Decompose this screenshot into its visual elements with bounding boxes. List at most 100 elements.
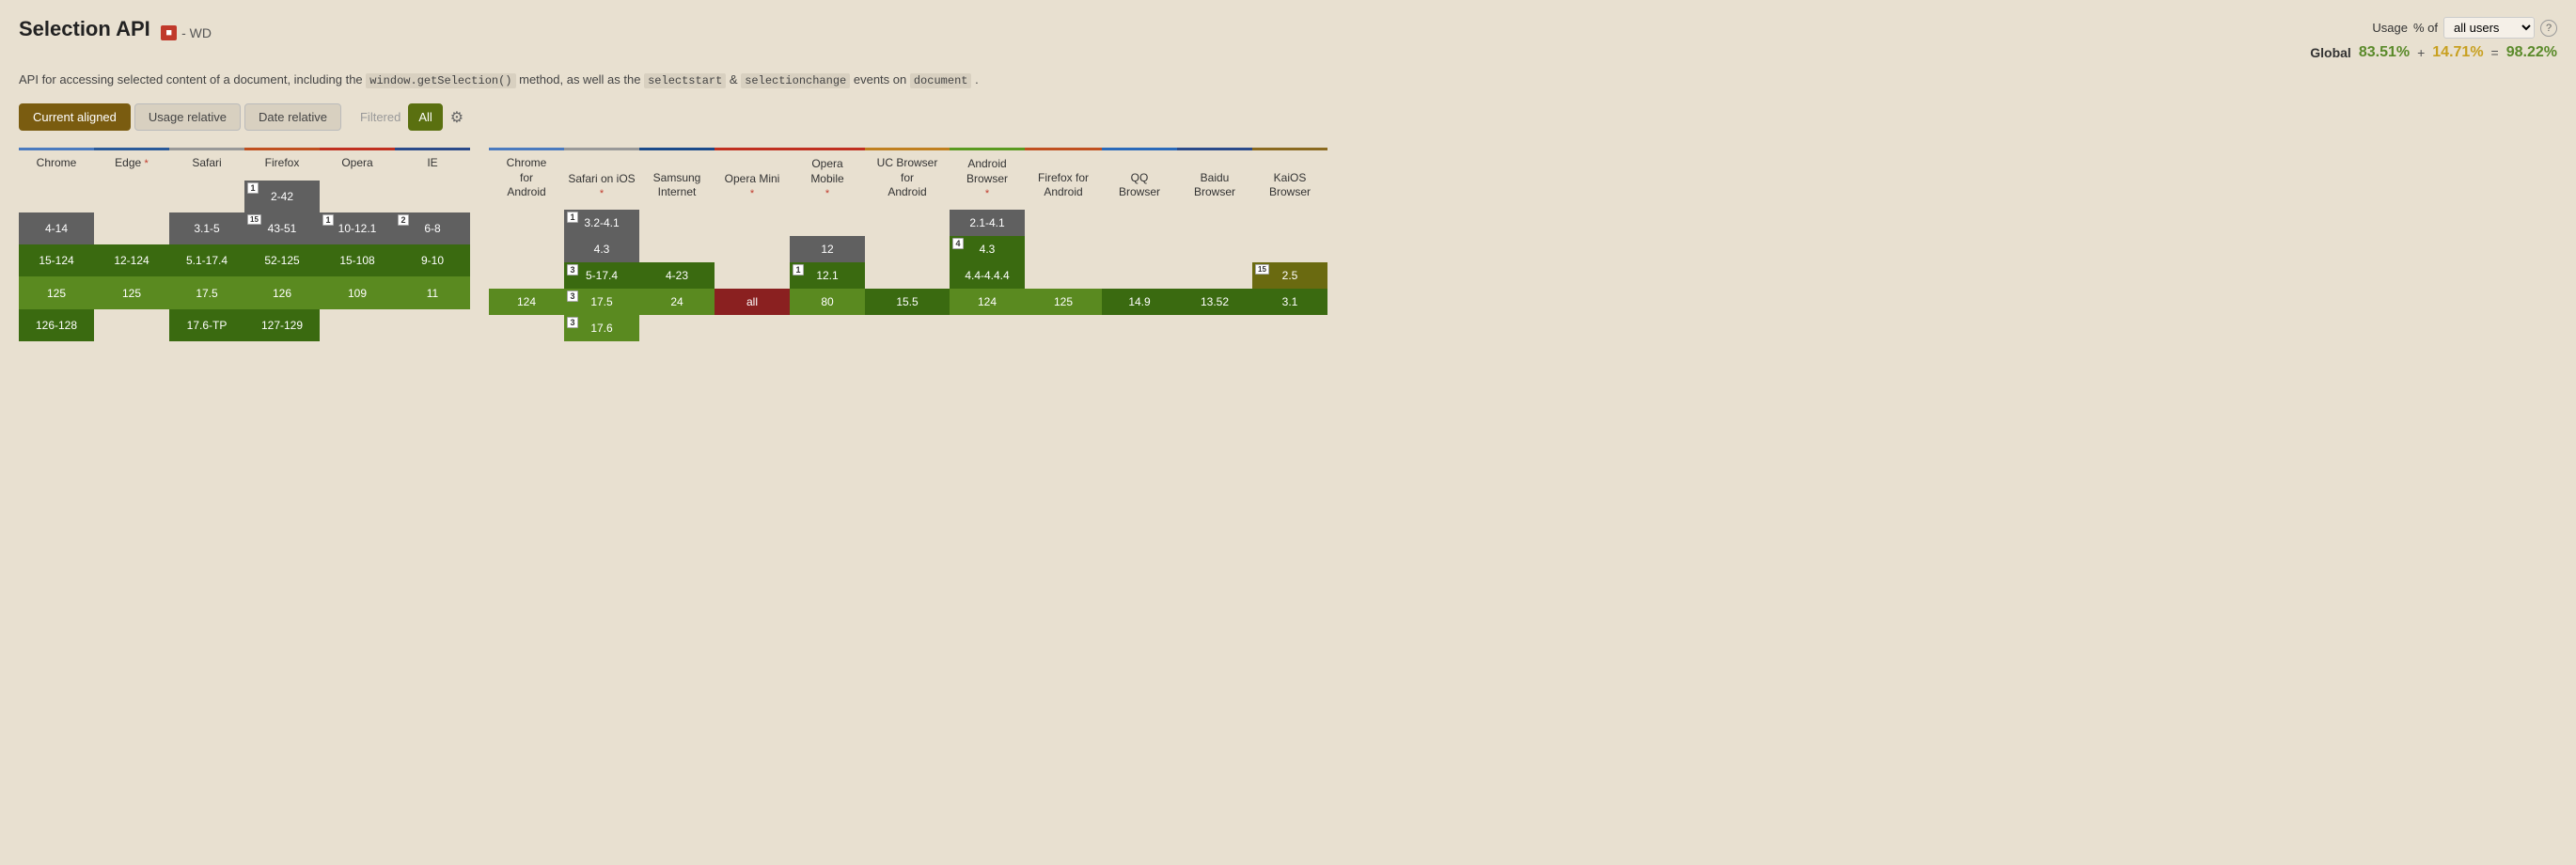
opera-r4 bbox=[320, 309, 395, 341]
settings-button[interactable]: ⚙ bbox=[447, 104, 467, 131]
usage-select-row: Usage % of all users ? bbox=[2310, 17, 2557, 39]
m-samsung-r2: 4-23 bbox=[639, 262, 715, 289]
m-ff-android-r4 bbox=[1025, 315, 1102, 341]
th-ie-label: IE bbox=[427, 156, 437, 169]
th-uc-browser-multiline: UC Browser for Android bbox=[869, 156, 946, 200]
m-uc-r2 bbox=[865, 262, 950, 289]
m-opera-mobile-r1: 12 bbox=[790, 236, 865, 262]
m-ff-android-r1 bbox=[1025, 236, 1102, 262]
th-qq-browser: Browser bbox=[1119, 185, 1160, 200]
th-opera-mobile: Opera Mobile * bbox=[790, 149, 865, 210]
description: API for accessing selected content of a … bbox=[19, 71, 2557, 90]
m-opera-mobile-r2: 112.1 bbox=[790, 262, 865, 289]
edge-r4 bbox=[94, 309, 169, 341]
mobile-row-4: 317.6 bbox=[489, 315, 1327, 341]
firefox-r1: 1543-51 bbox=[244, 212, 320, 244]
user-type-select[interactable]: all users bbox=[2443, 17, 2535, 39]
th-firefox-android-label: Firefox for bbox=[1038, 171, 1089, 186]
th-opera-mobile-label: Opera bbox=[811, 157, 842, 172]
m-samsung-r3: 24 bbox=[639, 289, 715, 315]
th-baidu-multiline: Baidu Browser bbox=[1181, 171, 1249, 200]
m-ff-android-r0 bbox=[1025, 210, 1102, 236]
m-baidu-r1 bbox=[1177, 236, 1252, 262]
m-kaios-r3: 3.1 bbox=[1252, 289, 1327, 315]
m-qq-r4 bbox=[1102, 315, 1177, 341]
th-opera: Opera bbox=[320, 149, 395, 181]
chrome-r3: 125 bbox=[19, 276, 94, 308]
edge-asterisk: * bbox=[145, 158, 149, 169]
th-android-browser-label: Android bbox=[967, 157, 1006, 172]
m-chrome-r2 bbox=[489, 262, 564, 289]
m-android-r2: 4.4-4.4.4 bbox=[950, 262, 1025, 289]
th-baidu: Baidu Browser bbox=[1177, 149, 1252, 210]
m-samsung-r4 bbox=[639, 315, 715, 341]
desktop-row-1: 4-14 3.1-5 1543-51 110-12.1 26-8 bbox=[19, 212, 470, 244]
desktop-header-row: Chrome Edge * Safari Firefox Opera bbox=[19, 149, 470, 181]
ie-r2: 9-10 bbox=[395, 244, 470, 276]
th-samsung-internet: Internet bbox=[658, 185, 697, 200]
th-kaios-browser: Browser bbox=[1269, 185, 1311, 200]
opera-r0 bbox=[320, 181, 395, 212]
th-qq-multiline: QQ Browser bbox=[1106, 171, 1173, 200]
m-baidu-r2 bbox=[1177, 262, 1252, 289]
mobile-row-1: 4.3 12 44.3 bbox=[489, 236, 1327, 262]
tab-all[interactable]: All bbox=[408, 103, 442, 131]
mobile-table: Chrome for Android Safari on iOS * bbox=[489, 148, 1327, 341]
th-uc-browser-android: Android bbox=[887, 185, 926, 200]
firefox-r3: 126 bbox=[244, 276, 320, 308]
safari-r0 bbox=[169, 181, 244, 212]
m-kaios-r2: 152.5 bbox=[1252, 262, 1327, 289]
m-kaios-r0 bbox=[1252, 210, 1327, 236]
th-opera-mobile-mobile: Mobile bbox=[810, 172, 843, 187]
m-chrome-r0 bbox=[489, 210, 564, 236]
chrome-r4: 126-128 bbox=[19, 309, 94, 341]
tab-current-aligned[interactable]: Current aligned bbox=[19, 103, 131, 131]
m-opera-mobile-r0 bbox=[790, 210, 865, 236]
global-label: Global bbox=[2310, 45, 2351, 60]
th-opera-mini: Opera Mini * bbox=[715, 149, 790, 210]
th-opera-mobile-multiline: Opera Mobile * bbox=[793, 157, 861, 199]
tables-wrapper: Chrome Edge * Safari Firefox Opera bbox=[19, 148, 2557, 341]
desktop-row-4: 126-128 17.6-TP 127-129 bbox=[19, 309, 470, 341]
m-ff-android-r3: 125 bbox=[1025, 289, 1102, 315]
m-safari-r3: 317.5 bbox=[564, 289, 639, 315]
th-chrome-android-multiline: Chrome for Android bbox=[493, 156, 560, 200]
th-qq: QQ Browser bbox=[1102, 149, 1177, 210]
th-opera-mini-multiline: Opera Mini * bbox=[718, 172, 786, 200]
m-android-r1: 44.3 bbox=[950, 236, 1025, 262]
table-separator bbox=[470, 148, 489, 341]
m-opera-mobile-r4 bbox=[790, 315, 865, 341]
th-android-browser-browser: Browser bbox=[966, 172, 1008, 187]
opera-mobile-asterisk: * bbox=[825, 187, 829, 200]
m-baidu-r3: 13.52 bbox=[1177, 289, 1252, 315]
th-baidu-browser: Browser bbox=[1194, 185, 1235, 200]
m-ff-android-r2 bbox=[1025, 262, 1102, 289]
m-chrome-r3: 124 bbox=[489, 289, 564, 315]
help-button[interactable]: ? bbox=[2540, 20, 2557, 37]
safari-r2: 5.1-17.4 bbox=[169, 244, 244, 276]
pct-of-label: % of bbox=[2413, 21, 2438, 35]
m-samsung-r1 bbox=[639, 236, 715, 262]
code-selectstart: selectstart bbox=[644, 73, 726, 88]
tabs-row: Current aligned Usage relative Date rela… bbox=[19, 103, 2557, 131]
desktop-table: Chrome Edge * Safari Firefox Opera bbox=[19, 148, 470, 341]
m-samsung-r0 bbox=[639, 210, 715, 236]
equals-sign: = bbox=[2491, 45, 2499, 60]
opera-mini-asterisk: * bbox=[750, 187, 754, 200]
ie-r4 bbox=[395, 309, 470, 341]
opera-r3: 109 bbox=[320, 276, 395, 308]
th-edge-label: Edge bbox=[115, 156, 141, 169]
m-baidu-r0 bbox=[1177, 210, 1252, 236]
page-container: Selection API ■ - WD Usage % of all user… bbox=[0, 0, 2576, 358]
th-safari-label: Safari bbox=[192, 156, 221, 169]
th-chrome-label: Chrome bbox=[37, 156, 77, 169]
tab-usage-relative[interactable]: Usage relative bbox=[134, 103, 241, 131]
m-chrome-r4 bbox=[489, 315, 564, 341]
tab-date-relative[interactable]: Date relative bbox=[244, 103, 341, 131]
m-baidu-r4 bbox=[1177, 315, 1252, 341]
ie-r3: 11 bbox=[395, 276, 470, 308]
m-qq-r0 bbox=[1102, 210, 1177, 236]
m-android-r0: 2.1-4.1 bbox=[950, 210, 1025, 236]
m-opera-mobile-r3: 80 bbox=[790, 289, 865, 315]
th-firefox-android-multiline: Firefox for Android bbox=[1029, 171, 1098, 200]
